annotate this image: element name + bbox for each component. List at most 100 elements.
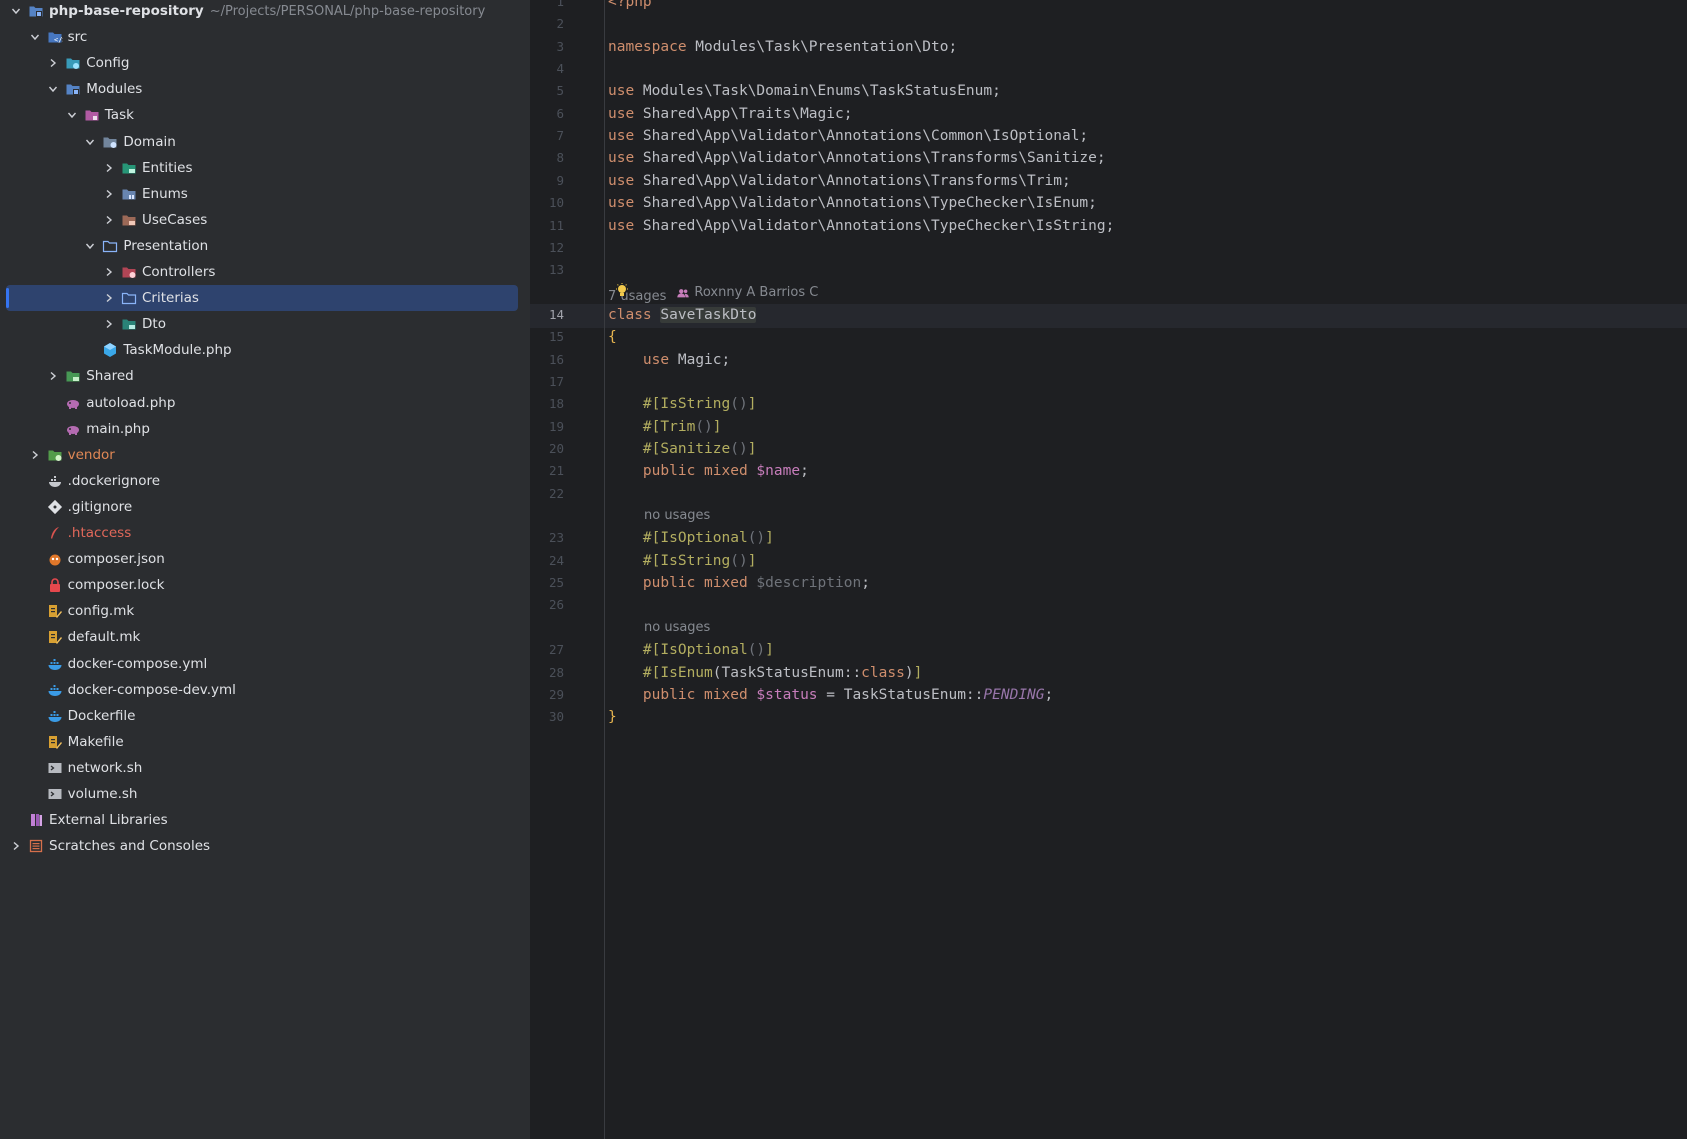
code-token: = TaskStatusEnum:: xyxy=(817,686,984,703)
project-tree[interactable]: php-base-repository ~/Projects/PERSONAL/p… xyxy=(0,0,530,1139)
code-line[interactable]: { xyxy=(608,325,617,349)
chevron-right-icon[interactable] xyxy=(10,832,22,860)
tree-item-modules[interactable]: Modules xyxy=(0,75,530,103)
code-line[interactable]: #[Sanitize()] xyxy=(608,437,757,461)
code-token: use xyxy=(608,217,635,234)
folder-icon xyxy=(121,290,137,306)
line-number: 7 xyxy=(556,128,564,144)
chevron-down-icon[interactable] xyxy=(84,232,96,260)
tree-item-config[interactable]: Config xyxy=(0,49,530,77)
tree-item-taskmodule-php[interactable]: TaskModule.php xyxy=(0,336,530,364)
code-vision-hint[interactable]: no usages xyxy=(644,616,710,640)
tree-item-main-php[interactable]: main.php xyxy=(0,415,530,443)
tree-item-makefile[interactable]: Makefile xyxy=(0,728,530,756)
chevron-right-icon[interactable] xyxy=(103,206,115,234)
tree-item-label: autoload.php xyxy=(86,394,176,411)
tree-item-dockerfile[interactable]: Dockerfile xyxy=(0,702,530,730)
tree-item-task[interactable]: Task xyxy=(0,101,530,129)
code-line[interactable]: #[IsOptional()] xyxy=(608,638,774,662)
tree-item-criterias[interactable]: Criterias xyxy=(0,284,530,312)
author-hint[interactable]: Roxnny A Barrios C xyxy=(676,281,818,305)
code-line[interactable]: } xyxy=(608,705,617,729)
code-line[interactable]: #[IsString()] xyxy=(608,549,757,573)
shell-icon xyxy=(47,786,63,802)
line-number-gutter[interactable]: 1 2 3 4 5 6 7 8 9 10 11 12 13 14 15 16 17 18 19 20 21 22 23 24 2… xyxy=(530,0,605,1139)
tree-item-shared[interactable]: Shared xyxy=(0,362,530,390)
tree-item-vendor[interactable]: vendor xyxy=(0,441,530,469)
source-folder-icon: </> xyxy=(47,29,63,45)
chevron-right-icon[interactable] xyxy=(103,180,115,208)
tree-item-network-sh[interactable]: network.sh xyxy=(0,754,530,782)
code-line[interactable]: #[IsString()] xyxy=(608,392,757,416)
tree-item-enums[interactable]: Enums xyxy=(0,180,530,208)
line-number: 18 xyxy=(548,396,564,412)
tree-item-config-mk[interactable]: config.mk xyxy=(0,597,530,625)
tree-item-default-mk[interactable]: default.mk xyxy=(0,623,530,651)
code-line[interactable]: #[IsEnum(TaskStatusEnum::class)] xyxy=(608,661,922,685)
code-editor[interactable]: 1 2 3 4 5 6 7 8 9 10 11 12 13 14 15 16 17 18 19 20 21 22 23 24 2… xyxy=(530,0,1687,1139)
tree-item-label: docker-compose.yml xyxy=(67,655,208,672)
usages-hint[interactable]: no usages xyxy=(644,508,710,523)
code-vision-hint[interactable]: no usages xyxy=(644,504,710,528)
tree-item-docker-compose-dev-yml[interactable]: docker-compose-dev.yml xyxy=(0,676,530,704)
tree-item-label: network.sh xyxy=(67,759,143,776)
tree-item-gitignore[interactable]: .gitignore xyxy=(0,493,530,521)
code-line[interactable]: use Shared\App\Validator\Annotations\Tra… xyxy=(608,146,1106,170)
code-line[interactable]: public mixed $name; xyxy=(608,459,809,483)
code-line[interactable]: public mixed $status = TaskStatusEnum::P… xyxy=(608,683,1053,707)
code-line[interactable]: public mixed $description; xyxy=(608,571,870,595)
tree-item-presentation[interactable]: Presentation xyxy=(0,232,530,260)
chevron-right-icon[interactable] xyxy=(103,284,115,312)
tree-item-composer-lock[interactable]: composer.lock xyxy=(0,571,530,599)
tree-item-controllers[interactable]: Controllers xyxy=(0,258,530,286)
tree-item-dto[interactable]: Dto xyxy=(0,310,530,338)
line-number: 9 xyxy=(556,172,564,188)
line-number: 3 xyxy=(556,38,564,54)
code-token: $name xyxy=(756,463,801,480)
code-line[interactable]: class SaveTaskDto xyxy=(608,303,757,327)
code-line[interactable]: use Shared\App\Validator\Annotations\Tra… xyxy=(608,169,1071,193)
tree-item-src[interactable]: </> src xyxy=(0,23,530,51)
code-line[interactable]: use Shared\App\Validator\Annotations\Typ… xyxy=(608,214,1114,238)
tree-item-dockerignore[interactable]: .dockerignore xyxy=(0,467,530,495)
code-line[interactable]: use Shared\App\Validator\Annotations\Typ… xyxy=(608,191,1097,215)
code-line[interactable]: <?php xyxy=(608,0,652,14)
chevron-down-icon[interactable] xyxy=(10,0,22,25)
code-token: <?php xyxy=(608,0,652,10)
code-line[interactable]: #[IsOptional()] xyxy=(608,526,774,550)
code-line[interactable]: use Shared\App\Validator\Annotations\Com… xyxy=(608,124,1088,148)
chevron-right-icon[interactable] xyxy=(103,258,115,286)
chevron-down-icon[interactable] xyxy=(47,75,59,103)
tree-item-htaccess[interactable]: .htaccess xyxy=(0,519,530,547)
tree-item-autoload-php[interactable]: autoload.php xyxy=(0,389,530,417)
code-vision-hint[interactable]: 7 usages Roxnny A Barrios C xyxy=(608,281,818,305)
tree-item-volume-sh[interactable]: volume.sh xyxy=(0,780,530,808)
chevron-down-icon[interactable] xyxy=(84,128,96,156)
code-token: Magic; xyxy=(669,351,731,368)
tree-item-entities[interactable]: Entities xyxy=(0,154,530,182)
tree-item-php-base-repository[interactable]: php-base-repository ~/Projects/PERSONAL/p… xyxy=(0,0,530,25)
code-line[interactable]: use Modules\Task\Domain\Enums\TaskStatus… xyxy=(608,79,1001,103)
chevron-down-icon[interactable] xyxy=(29,23,41,51)
code-line[interactable]: namespace Modules\Task\Presentation\Dto; xyxy=(608,35,957,59)
tree-item-scratches-and-consoles[interactable]: Scratches and Consoles xyxy=(0,832,530,860)
chevron-right-icon[interactable] xyxy=(103,154,115,182)
tree-item-usecases[interactable]: UseCases xyxy=(0,206,530,234)
chevron-right-icon[interactable] xyxy=(47,49,59,77)
code-line[interactable]: use Shared\App\Traits\Magic; xyxy=(608,102,852,126)
chevron-right-icon[interactable] xyxy=(103,310,115,338)
tree-item-docker-compose-yml[interactable]: docker-compose.yml xyxy=(0,650,530,678)
lightbulb-icon[interactable] xyxy=(615,282,629,299)
line-number: 15 xyxy=(548,329,564,345)
tree-item-domain[interactable]: Domain xyxy=(0,128,530,156)
code-line[interactable]: #[Trim()] xyxy=(608,415,722,439)
chevron-down-icon[interactable] xyxy=(66,101,78,129)
chevron-right-icon[interactable] xyxy=(47,362,59,390)
code-line[interactable]: use Magic; xyxy=(608,348,730,372)
tree-item-external-libraries[interactable]: External Libraries xyxy=(0,806,530,834)
usages-hint[interactable]: no usages xyxy=(644,620,710,635)
tree-item-composer-json[interactable]: composer.json xyxy=(0,545,530,573)
chevron-right-icon[interactable] xyxy=(29,441,41,469)
